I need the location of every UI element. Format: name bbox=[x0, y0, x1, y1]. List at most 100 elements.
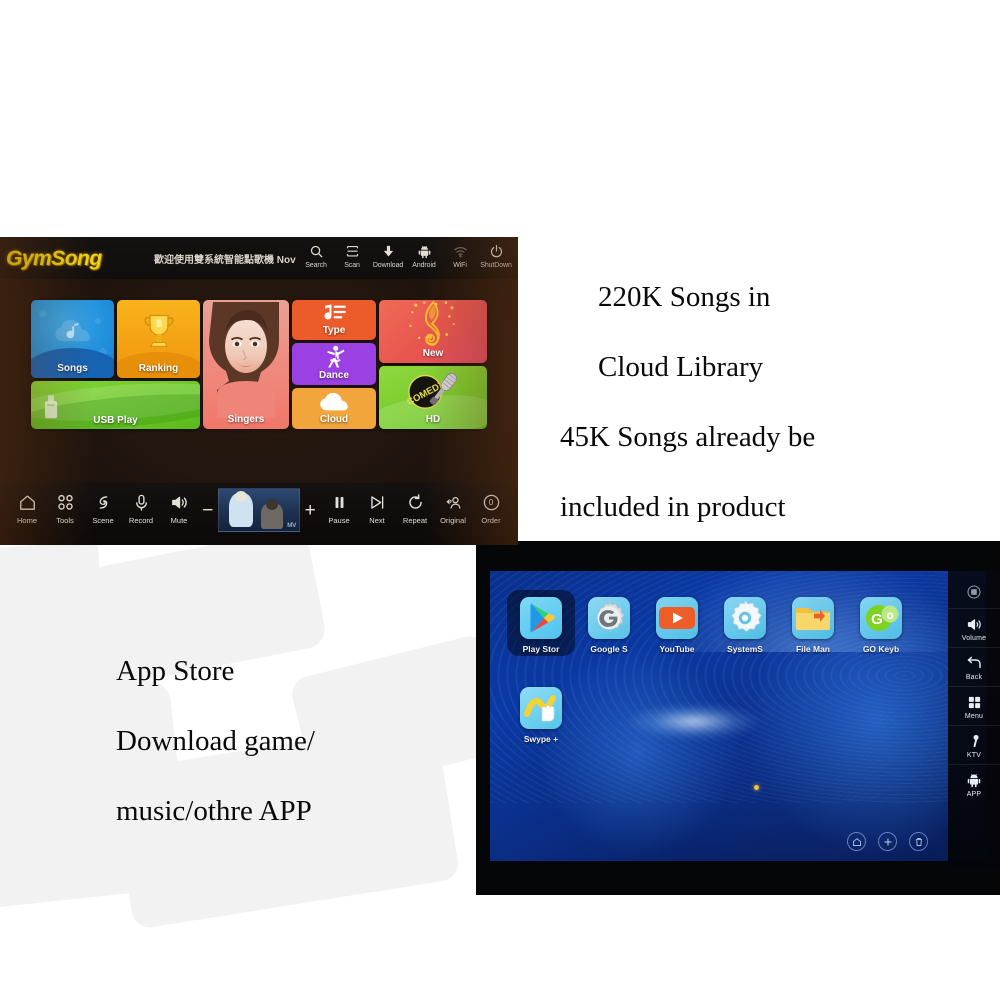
header-button-download[interactable]: Download bbox=[370, 243, 406, 269]
caption-line: 45K Songs already be bbox=[560, 421, 816, 453]
tile-new[interactable]: New bbox=[379, 300, 487, 363]
header-button-android[interactable]: Android bbox=[406, 243, 442, 269]
volume-decrease-button[interactable]: − bbox=[200, 501, 216, 520]
side-button-label: Back bbox=[965, 674, 983, 681]
toolbar-button-label: Scene bbox=[92, 516, 114, 525]
app-label: GO Keyb bbox=[862, 644, 900, 654]
side-button-menu[interactable]: Menu bbox=[948, 686, 1000, 725]
tile-dance[interactable]: Dance bbox=[292, 343, 376, 385]
app-label: File Man bbox=[795, 644, 830, 654]
app-label: Swype + bbox=[523, 734, 559, 744]
tile-label: USB Play bbox=[93, 415, 138, 426]
swype-icon bbox=[520, 687, 562, 729]
app-icon-youtube[interactable]: YouTube bbox=[650, 597, 704, 654]
app-icon-google-settings[interactable]: Google S bbox=[582, 597, 636, 654]
microphone-comedy-icon: COMEDY bbox=[379, 366, 487, 415]
app-icon-file-manager[interactable]: File Man bbox=[786, 597, 840, 654]
toolbar-button-label: Original bbox=[440, 516, 466, 525]
toolbar-button-next[interactable]: Next bbox=[358, 491, 396, 525]
header-button-scan[interactable]: Scan bbox=[334, 243, 370, 269]
cursor-dot bbox=[754, 785, 759, 790]
order-badge-count: 0 bbox=[488, 497, 494, 507]
menu-grid-icon bbox=[967, 693, 982, 711]
caption-app-store: App Store Download game/ music/othre APP bbox=[116, 636, 476, 846]
download-icon bbox=[381, 243, 396, 260]
plus-circle-icon[interactable] bbox=[878, 832, 897, 851]
android-home-photo: Play Stor Google S YouTube SystemS File … bbox=[476, 541, 1000, 895]
tile-label: Songs bbox=[57, 363, 88, 374]
singer-portrait-image bbox=[203, 302, 289, 423]
header-button-search[interactable]: Search bbox=[298, 243, 334, 269]
order-count-icon: 0 bbox=[482, 491, 501, 513]
android-screen-area: Play Stor Google S YouTube SystemS File … bbox=[490, 571, 986, 861]
treble-clef-icon bbox=[379, 300, 487, 349]
app-icon-go-keyboard[interactable]: G o GO Keyb bbox=[854, 597, 908, 654]
google-settings-icon bbox=[588, 597, 630, 639]
next-track-icon bbox=[368, 491, 387, 513]
side-button-volume[interactable]: Volume bbox=[948, 608, 1000, 647]
side-button-app[interactable]: APP bbox=[948, 764, 1000, 803]
repeat-icon bbox=[406, 491, 425, 513]
video-preview-thumbnail[interactable]: MV bbox=[217, 488, 301, 532]
header-button-label: Download bbox=[372, 262, 404, 269]
toolbar-button-repeat[interactable]: Repeat bbox=[396, 491, 434, 525]
toolbar-button-order[interactable]: 0 Order bbox=[472, 491, 510, 525]
app-icon-system-settings[interactable]: SystemS bbox=[718, 597, 772, 654]
grid-tools-icon bbox=[56, 491, 75, 513]
cloud-music-note-icon bbox=[31, 300, 114, 362]
tile-songs[interactable]: Songs bbox=[31, 300, 114, 378]
android-side-menu: Volume Back Menu KTV APP bbox=[948, 571, 1000, 867]
toolbar-button-label: Next bbox=[369, 516, 385, 525]
side-button-back[interactable]: Back bbox=[948, 647, 1000, 686]
caption-line: music/othre APP bbox=[116, 795, 312, 827]
header-button-label: Android bbox=[412, 262, 436, 269]
caption-line: Cloud Library bbox=[598, 351, 764, 383]
tile-label: HD bbox=[425, 414, 441, 425]
side-button-record[interactable] bbox=[948, 577, 1000, 608]
tile-type[interactable]: Type bbox=[292, 300, 376, 340]
preview-caption: MV bbox=[287, 523, 297, 529]
toolbar-button-label: Home bbox=[16, 516, 37, 525]
volume-icon bbox=[966, 615, 983, 633]
toolbar-button-label: Repeat bbox=[402, 516, 428, 525]
app-icon-play-store[interactable]: Play Stor bbox=[507, 590, 575, 656]
tile-label: Ranking bbox=[138, 363, 179, 374]
toolbar-button-pause[interactable]: Pause bbox=[320, 491, 358, 525]
tile-cloud[interactable]: Cloud bbox=[292, 388, 376, 429]
trash-circle-icon[interactable] bbox=[909, 832, 928, 851]
toolbar-button-label: Pause bbox=[328, 516, 350, 525]
side-button-label: Volume bbox=[961, 635, 987, 642]
karaoke-home-screenshot: GymSong 歡迎使用雙系統智能點歌機 Nov Search Scan Dow… bbox=[0, 237, 518, 545]
playback-left-controls: Home Tools Scene Record Mute bbox=[8, 491, 198, 525]
header-button-label: ShutDown bbox=[480, 262, 512, 269]
volume-and-preview: − MV + bbox=[200, 487, 318, 533]
scan-icon bbox=[345, 243, 360, 260]
header-button-shutdown[interactable]: ShutDown bbox=[478, 243, 514, 269]
home-circle-icon[interactable] bbox=[847, 832, 866, 851]
tile-label: Cloud bbox=[319, 414, 349, 425]
back-arrow-icon bbox=[965, 654, 983, 672]
android-icon bbox=[417, 243, 432, 260]
system-settings-icon bbox=[724, 597, 766, 639]
side-button-ktv[interactable]: KTV bbox=[948, 725, 1000, 764]
search-icon bbox=[309, 243, 324, 260]
toolbar-button-scene[interactable]: Scene bbox=[84, 491, 122, 525]
app-icon-swype[interactable]: Swype + bbox=[514, 687, 568, 744]
speaker-icon bbox=[170, 491, 189, 513]
circle-record-icon bbox=[966, 583, 982, 601]
scene-icon bbox=[94, 491, 113, 513]
toolbar-button-mute[interactable]: Mute bbox=[160, 491, 198, 525]
tile-singers[interactable]: Singers bbox=[203, 300, 289, 429]
tile-hd[interactable]: COMEDY HD bbox=[379, 366, 487, 429]
toolbar-button-home[interactable]: Home bbox=[8, 491, 46, 525]
header-button-wifi[interactable]: WiFi bbox=[442, 243, 478, 269]
toolbar-button-tools[interactable]: Tools bbox=[46, 491, 84, 525]
android-bottom-nav bbox=[847, 832, 928, 851]
tile-ranking[interactable]: Ranking bbox=[117, 300, 200, 378]
side-button-label: Menu bbox=[964, 713, 984, 720]
tile-usb-play[interactable]: USB Play bbox=[31, 381, 200, 429]
toolbar-button-original[interactable]: Original bbox=[434, 491, 472, 525]
volume-increase-button[interactable]: + bbox=[302, 501, 318, 520]
power-icon bbox=[489, 243, 504, 260]
toolbar-button-record[interactable]: Record bbox=[122, 491, 160, 525]
